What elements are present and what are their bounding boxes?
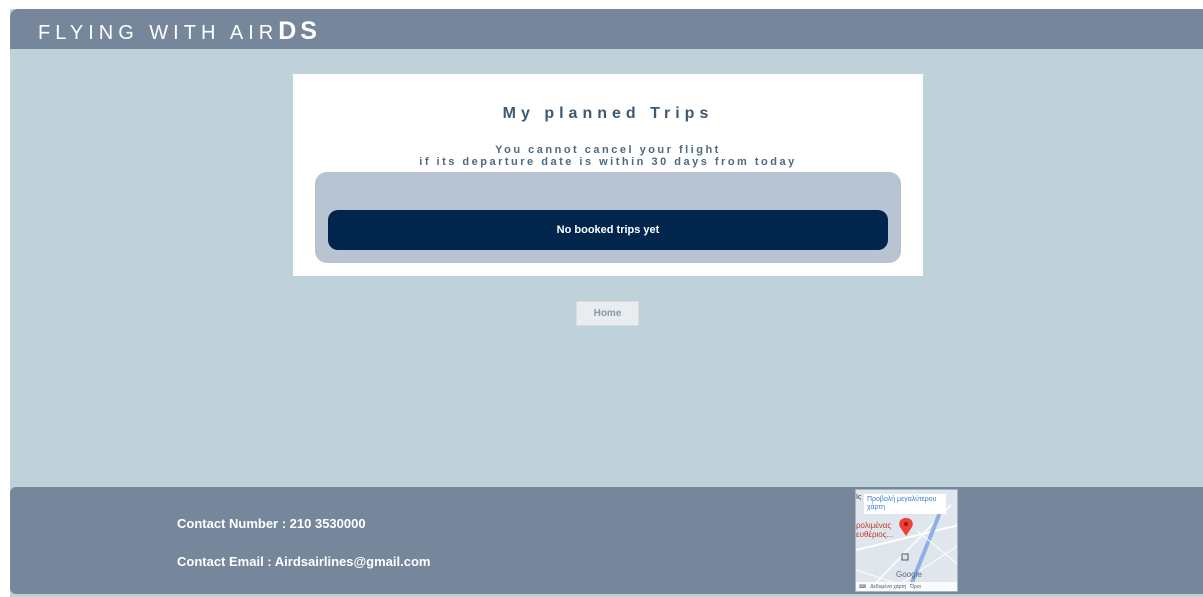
brand-suffix: DS: [278, 17, 321, 45]
map-place-line1: ρολιμένας: [856, 521, 892, 530]
map-corner-text: Ις: [856, 494, 862, 501]
empty-trips-message: No booked trips yet: [328, 210, 888, 250]
map-logo: Google: [896, 570, 922, 579]
brand-prefix: FLYING WITH AIR: [38, 22, 279, 44]
map-place-label: ρολιμένας ευθέριος...: [856, 521, 893, 539]
map-attribution-bar: ⌨ Δεδομένα χάρτη Όροι: [856, 582, 957, 591]
contact-email: Contact Email : Airdsairlines@gmail.com: [177, 554, 431, 569]
site-header: FLYING WITH AIRDS: [10, 9, 1203, 49]
page-title: My planned Trips: [502, 105, 714, 122]
cancellation-note-line2: if its departure date is within 30 days …: [419, 156, 797, 168]
page: FLYING WITH AIRDS My planned Trips You c…: [10, 9, 1203, 597]
map-data-attribution[interactable]: Δεδομένα χάρτη: [870, 584, 906, 590]
map-place-line2: ευθέριος...: [856, 530, 894, 539]
contact-number: Contact Number : 210 3530000: [177, 516, 366, 531]
home-button[interactable]: Home: [576, 301, 639, 326]
trips-card: My planned Trips You cannot cancel your …: [293, 74, 923, 276]
site-brand[interactable]: FLYING WITH AIRDS: [38, 17, 321, 46]
map-pin-icon: [899, 518, 913, 536]
trips-list-panel: No booked trips yet: [315, 172, 901, 263]
site-footer: Contact Number : 210 3530000 Contact Ema…: [10, 487, 1203, 594]
cancellation-note: You cannot cancel your flight if its dep…: [293, 144, 923, 168]
view-larger-map-link[interactable]: Προβολή μεγαλύτερου χάρτη: [864, 494, 946, 514]
map-terms-link[interactable]: Όροι: [910, 584, 921, 590]
cancellation-note-line1: You cannot cancel your flight: [495, 144, 721, 156]
keyboard-icon[interactable]: ⌨: [859, 584, 866, 590]
location-map[interactable]: Ις Προβολή μεγαλύτερου χάρτη ρολιμένας ε…: [855, 489, 958, 592]
